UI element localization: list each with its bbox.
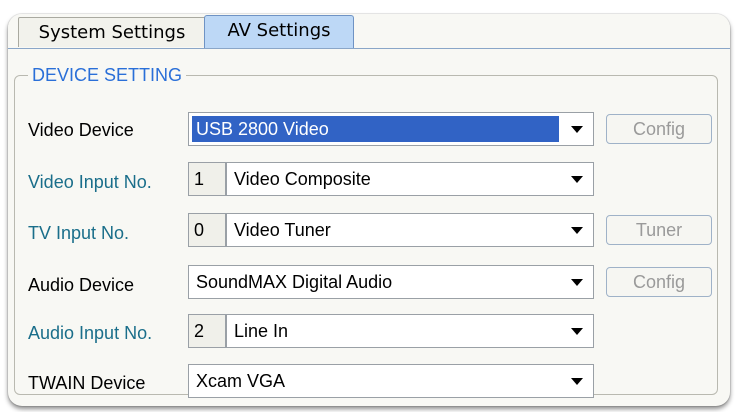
chevron-down-icon[interactable] <box>563 367 591 395</box>
av-settings-window: System Settings AV Settings DEVICE SETTI… <box>8 14 730 406</box>
tv-input-dropdown[interactable]: Video Tuner <box>226 213 594 247</box>
video-config-button[interactable]: Config <box>606 114 712 144</box>
chevron-down-icon[interactable] <box>563 115 591 143</box>
video-input-number: 1 <box>188 162 226 196</box>
audio-input-dropdown[interactable]: Line In <box>226 314 594 348</box>
audio-input-label: Audio Input No. <box>28 323 153 343</box>
video-device-value: USB 2800 Video <box>192 116 559 142</box>
audio-input-value: Line In <box>234 321 289 341</box>
twain-device-value: Xcam VGA <box>196 371 286 391</box>
audio-device-dropdown[interactable]: SoundMAX Digital Audio <box>188 265 594 299</box>
tv-input-number: 0 <box>188 213 226 247</box>
video-input-dropdown[interactable]: Video Composite <box>226 162 594 196</box>
tv-input-label: TV Input No. <box>28 223 130 243</box>
video-input-value: Video Composite <box>234 169 371 189</box>
twain-device-dropdown[interactable]: Xcam VGA <box>188 364 594 398</box>
tab-strip: System Settings AV Settings <box>8 14 730 49</box>
chevron-down-icon[interactable] <box>563 317 591 345</box>
audio-device-value: SoundMAX Digital Audio <box>196 272 393 292</box>
tab-system-settings[interactable]: System Settings <box>18 17 206 47</box>
video-device-dropdown[interactable]: USB 2800 Video <box>188 112 594 146</box>
chevron-down-icon[interactable] <box>563 165 591 193</box>
group-title: DEVICE SETTING <box>28 63 187 87</box>
tuner-button[interactable]: Tuner <box>606 215 712 245</box>
audio-config-button[interactable]: Config <box>606 267 712 297</box>
twain-device-label: TWAIN Device <box>28 373 146 393</box>
chevron-down-icon[interactable] <box>563 216 591 244</box>
video-device-label: Video Device <box>28 120 134 140</box>
audio-input-number: 2 <box>188 314 226 348</box>
video-input-label: Video Input No. <box>28 172 152 192</box>
tv-input-value: Video Tuner <box>234 220 331 240</box>
tab-av-settings[interactable]: AV Settings <box>204 15 354 48</box>
chevron-down-icon[interactable] <box>563 268 591 296</box>
audio-device-label: Audio Device <box>28 275 135 295</box>
